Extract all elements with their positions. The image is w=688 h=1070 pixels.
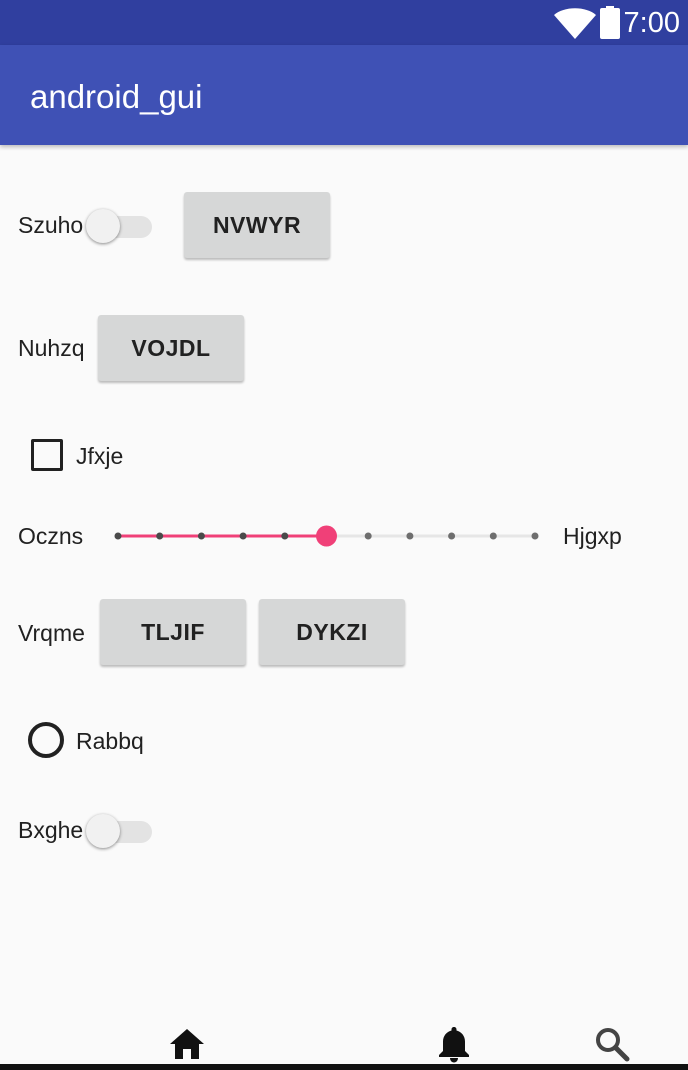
slider-tick (114, 532, 122, 540)
switch-thumb (86, 209, 120, 243)
slider-tick (531, 532, 539, 540)
system-nav-edge (0, 1064, 688, 1070)
discrete-slider[interactable] (110, 515, 546, 557)
bell-icon[interactable] (438, 1025, 470, 1063)
status-icons (552, 6, 620, 40)
slider-tick (156, 532, 164, 540)
vrqme-label: Vrqme (18, 620, 85, 646)
switch-thumb (86, 814, 120, 848)
battery-icon (600, 8, 620, 39)
slider-tick (197, 532, 205, 540)
slider-thumb[interactable] (316, 525, 337, 547)
app-title: android_gui (30, 78, 203, 115)
rabbq-label[interactable]: Rabbq (76, 727, 144, 755)
nuhzq-label: Nuhzq (18, 335, 85, 361)
rabbq-radio[interactable] (28, 722, 64, 758)
jfxje-checkbox[interactable] (31, 439, 63, 471)
hjgxp-label: Hjgxp (563, 523, 622, 549)
szuho-switch[interactable] (86, 206, 152, 244)
slider-tick (281, 532, 289, 540)
vojdl-button[interactable]: VOJDL (98, 315, 244, 381)
slider-tick (489, 532, 497, 540)
bxghe-label: Bxghe (18, 817, 84, 843)
nvwyr-button[interactable]: NVWYR (184, 192, 330, 258)
status-time: 7:00 (623, 7, 680, 39)
home-icon[interactable] (169, 1028, 205, 1060)
search-icon[interactable] (594, 1026, 630, 1062)
status-bar: 7:00 (0, 0, 688, 45)
tljif-button[interactable]: TLJIF (100, 599, 246, 665)
bxghe-switch[interactable] (86, 811, 152, 849)
slider-tick (448, 532, 456, 540)
jfxje-label[interactable]: Jfxje (76, 442, 123, 470)
szuho-label: Szuho (18, 212, 84, 238)
slider-tick (364, 532, 372, 540)
oczns-label: Oczns (18, 523, 84, 549)
slider-tick (239, 532, 247, 540)
app-bar: android_gui (0, 45, 688, 145)
dykzi-button[interactable]: DYKZI (259, 599, 405, 665)
slider-tick (406, 532, 414, 540)
wifi-icon (554, 6, 620, 39)
bottom-navigation (0, 1012, 688, 1070)
